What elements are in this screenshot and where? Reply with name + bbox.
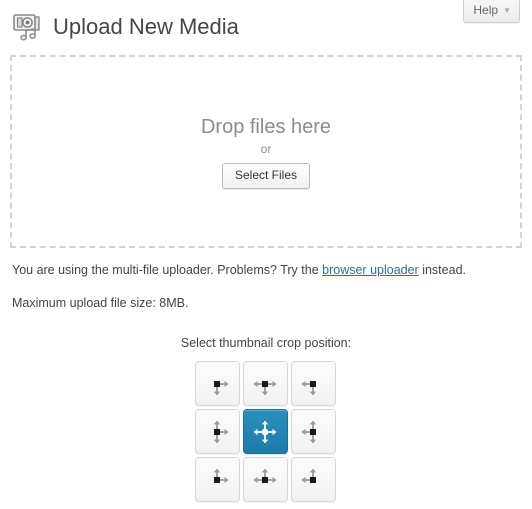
- file-drop-zone[interactable]: Drop files here or Select Files: [10, 55, 522, 248]
- help-tab[interactable]: Help ▼: [463, 0, 520, 23]
- or-separator-text: or: [260, 141, 272, 156]
- crop-position-center-center[interactable]: [242, 409, 288, 454]
- crop-position-center-top[interactable]: [242, 361, 288, 406]
- thumbnail-crop-section: Select thumbnail crop position:: [10, 335, 522, 504]
- page-header: Upload New Media: [10, 0, 522, 52]
- media-camera-icon: [13, 13, 43, 41]
- help-button-label: Help: [473, 3, 499, 17]
- max-upload-size-text: Maximum upload file size: 8MB.: [12, 296, 189, 310]
- crop-position-label: Select thumbnail crop position:: [180, 336, 352, 350]
- browser-uploader-link[interactable]: browser uploader: [322, 263, 419, 277]
- crop-position-left-top[interactable]: [194, 361, 240, 406]
- page-title: Upload New Media: [53, 14, 239, 39]
- select-files-button[interactable]: Select Files: [221, 162, 311, 189]
- upload-media-page: Help ▼ Upload New Media Drop files here o…: [0, 0, 532, 509]
- uploader-notice-prefix: You are using the multi-file uploader. P…: [12, 263, 323, 277]
- drop-files-here-text: Drop files here: [200, 115, 332, 138]
- crop-position-center-bottom[interactable]: [242, 457, 288, 502]
- crop-position-grid[interactable]: [194, 361, 338, 504]
- crop-position-right-center[interactable]: [290, 409, 336, 454]
- crop-position-left-bottom[interactable]: [194, 457, 240, 502]
- uploader-notice-suffix: instead.: [418, 263, 466, 277]
- chevron-down-icon: ▼: [503, 5, 511, 15]
- uploader-notice: You are using the multi-file uploader. P…: [10, 261, 522, 279]
- crop-position-right-top[interactable]: [290, 361, 336, 406]
- crop-position-left-center[interactable]: [194, 409, 240, 454]
- crop-position-right-bottom[interactable]: [290, 457, 336, 502]
- help-button[interactable]: Help ▼: [463, 0, 520, 23]
